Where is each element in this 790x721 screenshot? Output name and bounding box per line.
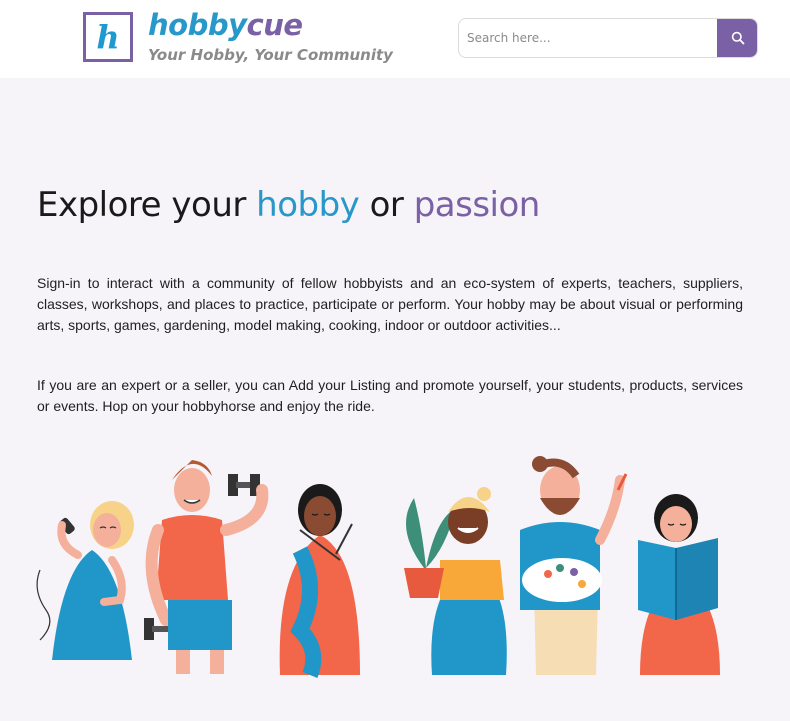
reader-figure: [638, 494, 720, 675]
singer-figure: [36, 501, 134, 660]
search-input[interactable]: [459, 19, 717, 57]
hero-title-hobby: hobby: [256, 185, 360, 225]
logo-letter: h: [96, 18, 120, 56]
hero-title: Explore your hobby or passion: [37, 185, 540, 225]
hero-paragraph-sellers: If you are an expert or a seller, you ca…: [37, 377, 743, 414]
brand-part-hobby: hobby: [148, 8, 247, 42]
painter-figure: [520, 456, 628, 675]
search-bar: [458, 18, 758, 58]
brand-part-cue: cue: [246, 8, 304, 42]
hero-title-passion: passion: [413, 185, 541, 225]
hero-title-or: or: [359, 185, 414, 225]
logo-icon[interactable]: h: [83, 12, 133, 62]
hobbyists-illustration: [36, 456, 720, 678]
search-button[interactable]: [717, 19, 757, 57]
search-icon: [731, 31, 744, 45]
brand-name[interactable]: hobbycue: [148, 8, 303, 42]
weightlifter-figure: [144, 460, 269, 674]
hero-paragraph-intro: Sign-in to interact with a community of …: [37, 275, 743, 333]
gardener-figure: [404, 487, 507, 675]
knitter-figure: [279, 484, 360, 678]
site-header: h hobbycue Your Hobby, Your Community: [0, 0, 790, 78]
hero-title-part1: Explore your: [37, 185, 257, 225]
brand-tagline: Your Hobby, Your Community: [148, 46, 393, 64]
